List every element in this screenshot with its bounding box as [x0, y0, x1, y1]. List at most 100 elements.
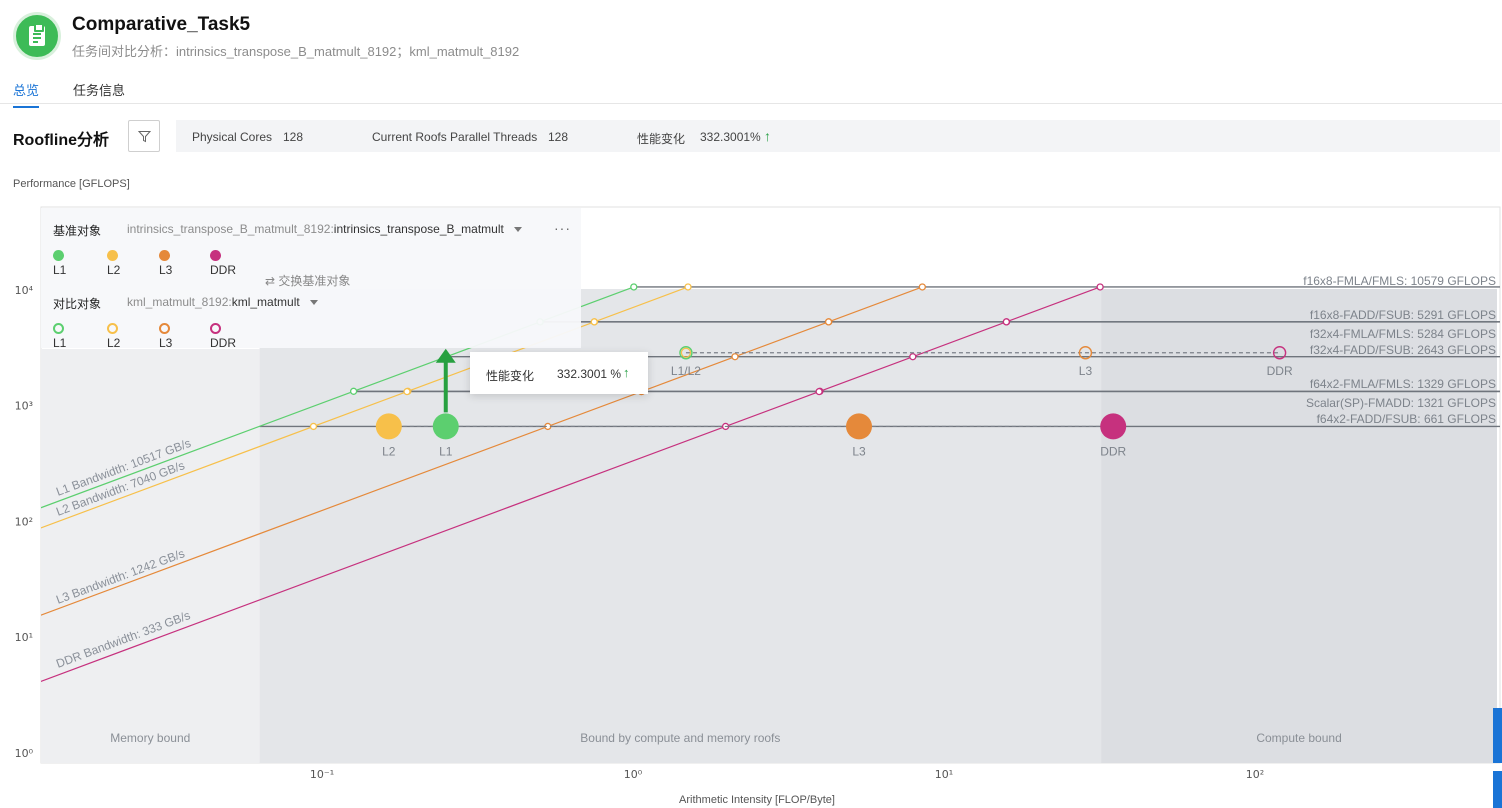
legend-swatch — [53, 250, 64, 261]
region-1 — [259, 289, 1102, 763]
tooltip-value: 332.3001 % — [557, 367, 622, 381]
roof-intersection-marker — [349, 387, 358, 395]
x-tick-label: 10⁻¹ — [310, 768, 334, 781]
page-header: Comparative_Task5 任务间对比分析：intrinsics_tra… — [0, 0, 1502, 72]
tab-bar: 总览 任务信息 — [0, 74, 1502, 108]
filter-icon — [138, 131, 151, 143]
data-point-baseline-l2 — [375, 413, 402, 440]
baseline-select-prefix: intrinsics_transpose_B_matmult_8192: — [127, 222, 334, 236]
data-point-baseline-l1 — [432, 413, 459, 440]
region-0 — [41, 349, 260, 763]
roof-intersection-marker — [1096, 283, 1104, 291]
roof-intersection-marker — [309, 422, 318, 431]
data-point-label: L2 — [382, 444, 396, 458]
data-point-baseline-l3 — [846, 413, 873, 440]
roof-label: f16x8-FADD/FSUB: 5291 GFLOPS — [1310, 308, 1496, 322]
roof-intersection-marker — [1002, 318, 1011, 326]
compare-select[interactable]: kml_matmult_8192:kml_matmult — [127, 295, 318, 309]
y-tick-label: 10² — [15, 515, 33, 528]
threads-label: Current Roofs Parallel Threads — [372, 130, 538, 144]
perf-change-label: 性能变化 — [637, 132, 686, 146]
region-label: Memory bound — [110, 731, 190, 745]
tooltip-label: 性能变化 — [486, 369, 535, 383]
x-tick-label: 10¹ — [935, 768, 953, 781]
perf-change-value: 332.3001% — [700, 130, 761, 144]
legend-item-l3-hollow[interactable]: L3 — [159, 322, 177, 350]
roof-label: f32x4-FADD/FSUB: 2643 GFLOPS — [1310, 343, 1496, 357]
roof-label: Scalar(SP)-FMADD: 1321 GFLOPS — [1306, 396, 1496, 410]
y-tick-label: 10³ — [15, 400, 33, 413]
arrow-up-icon: ↑ — [764, 128, 771, 144]
legend-swatch — [159, 323, 170, 334]
legend-item-l2-hollow[interactable]: L2 — [107, 322, 125, 350]
tab-task-info[interactable]: 任务信息 — [73, 80, 125, 106]
legend-item-l1-filled[interactable]: L1 — [53, 249, 71, 277]
page-title: Comparative_Task5 — [72, 14, 251, 35]
section-title: Roofline分析 — [13, 132, 109, 149]
baseline-label: 基准对象 — [53, 224, 102, 238]
legend-swatch — [210, 250, 221, 261]
compare-select-prefix: kml_matmult_8192: — [127, 295, 232, 309]
roofline-info-bar: Physical Cores 128 Current Roofs Paralle… — [176, 120, 1500, 152]
filter-button[interactable] — [128, 120, 160, 152]
y-axis-label: Performance [GFLOPS] — [13, 178, 130, 190]
arrow-up-icon: ↑ — [623, 365, 630, 380]
y-tick-label: 10⁰ — [15, 747, 34, 760]
data-point-baseline-ddr — [1100, 413, 1127, 440]
chart-legend-panel: 基准对象 intrinsics_transpose_B_matmult_8192… — [41, 208, 581, 350]
legend-swatch — [210, 323, 221, 334]
region-2 — [1101, 289, 1498, 763]
region-label: Bound by compute and memory roofs — [580, 731, 780, 745]
roof-intersection-marker — [731, 353, 739, 361]
legend-item-l2-filled[interactable]: L2 — [107, 249, 125, 277]
baseline-select[interactable]: intrinsics_transpose_B_matmult_8192:intr… — [127, 222, 522, 236]
data-point-label: DDR — [1100, 444, 1126, 458]
side-scrollbar-handle-2[interactable] — [1493, 771, 1502, 808]
task-clipboard-icon — [13, 12, 61, 60]
roof-label: f16x8-FMLA/FMLS: 10579 GFLOPS — [1303, 274, 1496, 288]
page-subtitle: 任务间对比分析：intrinsics_transpose_B_matmult_8… — [72, 44, 520, 59]
roof-intersection-marker — [824, 318, 833, 326]
chevron-down-icon — [309, 300, 318, 306]
legend-item-l1-hollow[interactable]: L1 — [53, 322, 71, 350]
region-label: Compute bound — [1256, 731, 1341, 745]
threads-value: 128 — [548, 130, 569, 144]
legend-swatch — [53, 323, 64, 334]
data-point-label: L3 — [1079, 364, 1093, 378]
legend-swatch — [107, 323, 118, 334]
compare-label: 对比对象 — [53, 297, 102, 311]
y-tick-label: 10⁴ — [15, 284, 34, 297]
roof-intersection-marker — [815, 387, 823, 396]
data-point-label: L1/L2 — [671, 364, 701, 378]
x-axis-label: Arithmetic Intensity [FLOP/Byte] — [679, 794, 835, 806]
side-scrollbar-handle[interactable] — [1493, 708, 1502, 763]
data-point-label: L3 — [852, 444, 866, 458]
baseline-select-value: intrinsics_transpose_B_matmult — [333, 222, 504, 236]
x-tick-label: 10² — [1246, 768, 1264, 781]
chevron-down-icon — [513, 227, 522, 233]
legend-item-ddr-hollow[interactable]: DDR — [210, 322, 236, 350]
roof-label: f32x4-FMLA/FMLS: 5284 GFLOPS — [1310, 327, 1496, 341]
physical-cores-label: Physical Cores — [192, 130, 273, 144]
perf-change-tooltip: 性能变化 332.3001 % ↑ — [470, 352, 648, 394]
tab-overview[interactable]: 总览 — [13, 80, 40, 108]
more-options-icon[interactable]: ··· — [554, 220, 571, 236]
roof-intersection-marker — [684, 283, 692, 291]
swap-icon: ⇄ — [265, 274, 279, 288]
roof-intersection-marker — [909, 353, 917, 361]
roof-intersection-marker — [590, 318, 598, 326]
compare-select-value: kml_matmult — [231, 295, 300, 309]
legend-item-ddr-filled[interactable]: DDR — [210, 249, 236, 277]
roof-intersection-marker — [403, 387, 411, 396]
roof-intersection-marker — [918, 283, 926, 291]
swap-baseline-button[interactable]: ⇄ 交换基准对象 — [265, 272, 350, 289]
data-point-label: DDR — [1267, 364, 1293, 378]
legend-swatch — [159, 250, 170, 261]
legend-item-l3-filled[interactable]: L3 — [159, 249, 177, 277]
y-tick-label: 10¹ — [15, 631, 33, 644]
roof-intersection-marker — [630, 283, 638, 291]
roof-label: f64x2-FADD/FSUB: 661 GFLOPS — [1317, 412, 1496, 426]
legend-swatch — [107, 250, 118, 261]
roof-label: f64x2-FMLA/FMLS: 1329 GFLOPS — [1310, 377, 1496, 391]
physical-cores-value: 128 — [283, 130, 304, 144]
